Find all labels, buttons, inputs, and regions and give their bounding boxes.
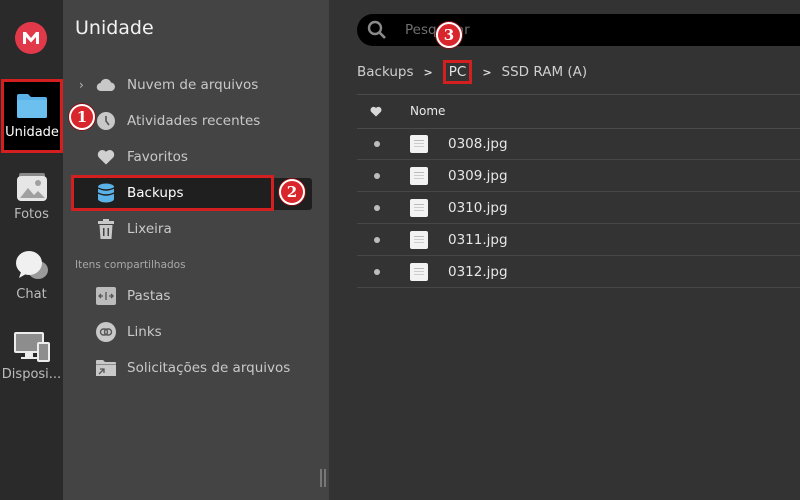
cloud-icon xyxy=(96,75,116,95)
sidebar-item-favoritos[interactable]: Favoritos xyxy=(63,140,329,174)
chevron-right-icon: > xyxy=(423,65,433,79)
file-name: 0310.jpg xyxy=(448,199,508,216)
sidebar-item-label: Favoritos xyxy=(127,149,188,165)
sidebar-item-label: Nuvem de arquivos xyxy=(127,77,259,93)
rail-item-chat[interactable]: Chat xyxy=(0,250,63,320)
breadcrumb-item-backups[interactable]: Backups xyxy=(357,64,414,80)
favorite-dot-icon[interactable] xyxy=(374,236,380,243)
app-window: Unidade Fotos Chat Disposi... Unidade › … xyxy=(0,0,800,500)
file-thumbnail xyxy=(410,166,428,185)
sidebar-item-pastas[interactable]: Pastas xyxy=(63,279,329,313)
file-row[interactable]: 0310.jpg xyxy=(357,192,800,224)
column-header-name[interactable]: Nome xyxy=(410,104,445,118)
logo-icon xyxy=(23,32,39,44)
chevron-right-icon[interactable]: › xyxy=(79,78,84,92)
file-thumbnail xyxy=(410,230,428,249)
file-name: 0309.jpg xyxy=(448,167,508,184)
annotation-badge-3: 3 xyxy=(436,22,462,48)
main-content: Pesquisar Backups > PC > SSD RAM (A) Nom… xyxy=(329,0,800,500)
favorite-dot-icon[interactable] xyxy=(374,204,380,211)
sidebar: Unidade › Nuvem de arquivos Atividades r… xyxy=(63,0,329,500)
search-bar[interactable]: Pesquisar xyxy=(357,14,800,46)
rail-label: Fotos xyxy=(14,207,49,222)
devices-icon xyxy=(13,332,50,362)
sidebar-item-solicitacoes[interactable]: Solicitações de arquivos xyxy=(63,351,329,385)
left-rail: Unidade Fotos Chat Disposi... xyxy=(0,0,63,500)
favorite-dot-icon[interactable] xyxy=(374,172,380,179)
clock-icon xyxy=(96,111,116,131)
mega-logo[interactable] xyxy=(15,22,47,54)
file-thumbnail xyxy=(410,262,428,281)
favorite-dot-icon[interactable] xyxy=(374,140,380,147)
file-row[interactable]: 0308.jpg xyxy=(357,128,800,160)
sidebar-item-backups[interactable]: Backups xyxy=(71,175,274,211)
photos-icon xyxy=(16,173,47,201)
file-row[interactable]: 0312.jpg xyxy=(357,256,800,288)
chevron-right-icon: > xyxy=(482,65,492,79)
sidebar-item-nuvem[interactable]: › Nuvem de arquivos xyxy=(63,68,329,102)
favorite-dot-icon[interactable] xyxy=(374,268,380,275)
breadcrumb-item-current[interactable]: SSD RAM (A) xyxy=(502,64,588,80)
sidebar-item-label: Solicitações de arquivos xyxy=(127,360,291,376)
rail-label: Chat xyxy=(16,287,47,302)
breadcrumb-item-pc[interactable]: PC xyxy=(442,60,473,84)
file-row[interactable]: 0309.jpg xyxy=(357,160,800,192)
rail-item-dispositivos[interactable]: Disposi... xyxy=(0,330,63,400)
file-thumbnail xyxy=(410,198,428,217)
file-thumbnail xyxy=(410,134,428,153)
file-name: 0311.jpg xyxy=(448,231,508,248)
file-row[interactable]: 0311.jpg xyxy=(357,224,800,256)
sidebar-resize-handle[interactable] xyxy=(320,469,326,487)
sidebar-item-label: Pastas xyxy=(127,288,171,304)
rail-item-fotos[interactable]: Fotos xyxy=(0,172,63,242)
sidebar-item-label: Links xyxy=(127,324,162,340)
folder-icon xyxy=(17,94,47,118)
sidebar-item-links[interactable]: Links xyxy=(63,315,329,349)
chat-icon xyxy=(15,251,48,279)
breadcrumb: Backups > PC > SSD RAM (A) xyxy=(357,60,587,84)
sidebar-item-label: Lixeira xyxy=(127,221,172,237)
rail-item-unidade[interactable]: Unidade xyxy=(1,79,63,153)
sidebar-item-atividades[interactable]: Atividades recentes xyxy=(63,104,329,138)
file-name: 0312.jpg xyxy=(448,263,508,280)
file-name: 0308.jpg xyxy=(448,135,508,152)
annotation-badge-2: 2 xyxy=(279,179,305,205)
table-header: Nome xyxy=(357,94,800,128)
database-icon xyxy=(96,183,116,203)
annotation-badge-1: 1 xyxy=(69,104,95,130)
search-icon xyxy=(367,20,386,39)
favorite-column-icon[interactable] xyxy=(370,102,382,121)
link-icon xyxy=(96,322,116,342)
shared-section-label: Itens compartilhados xyxy=(75,259,186,271)
sidebar-item-label: Atividades recentes xyxy=(127,113,261,129)
sidebar-title: Unidade xyxy=(75,17,154,39)
sidebar-item-lixeira[interactable]: Lixeira xyxy=(63,212,329,246)
rail-label: Unidade xyxy=(5,125,59,140)
sidebar-item-label: Backups xyxy=(127,185,184,201)
heart-icon xyxy=(96,147,116,167)
shared-folder-icon xyxy=(96,286,116,306)
file-request-icon xyxy=(96,358,116,378)
rail-label: Disposi... xyxy=(1,367,62,382)
trash-icon xyxy=(96,219,116,239)
